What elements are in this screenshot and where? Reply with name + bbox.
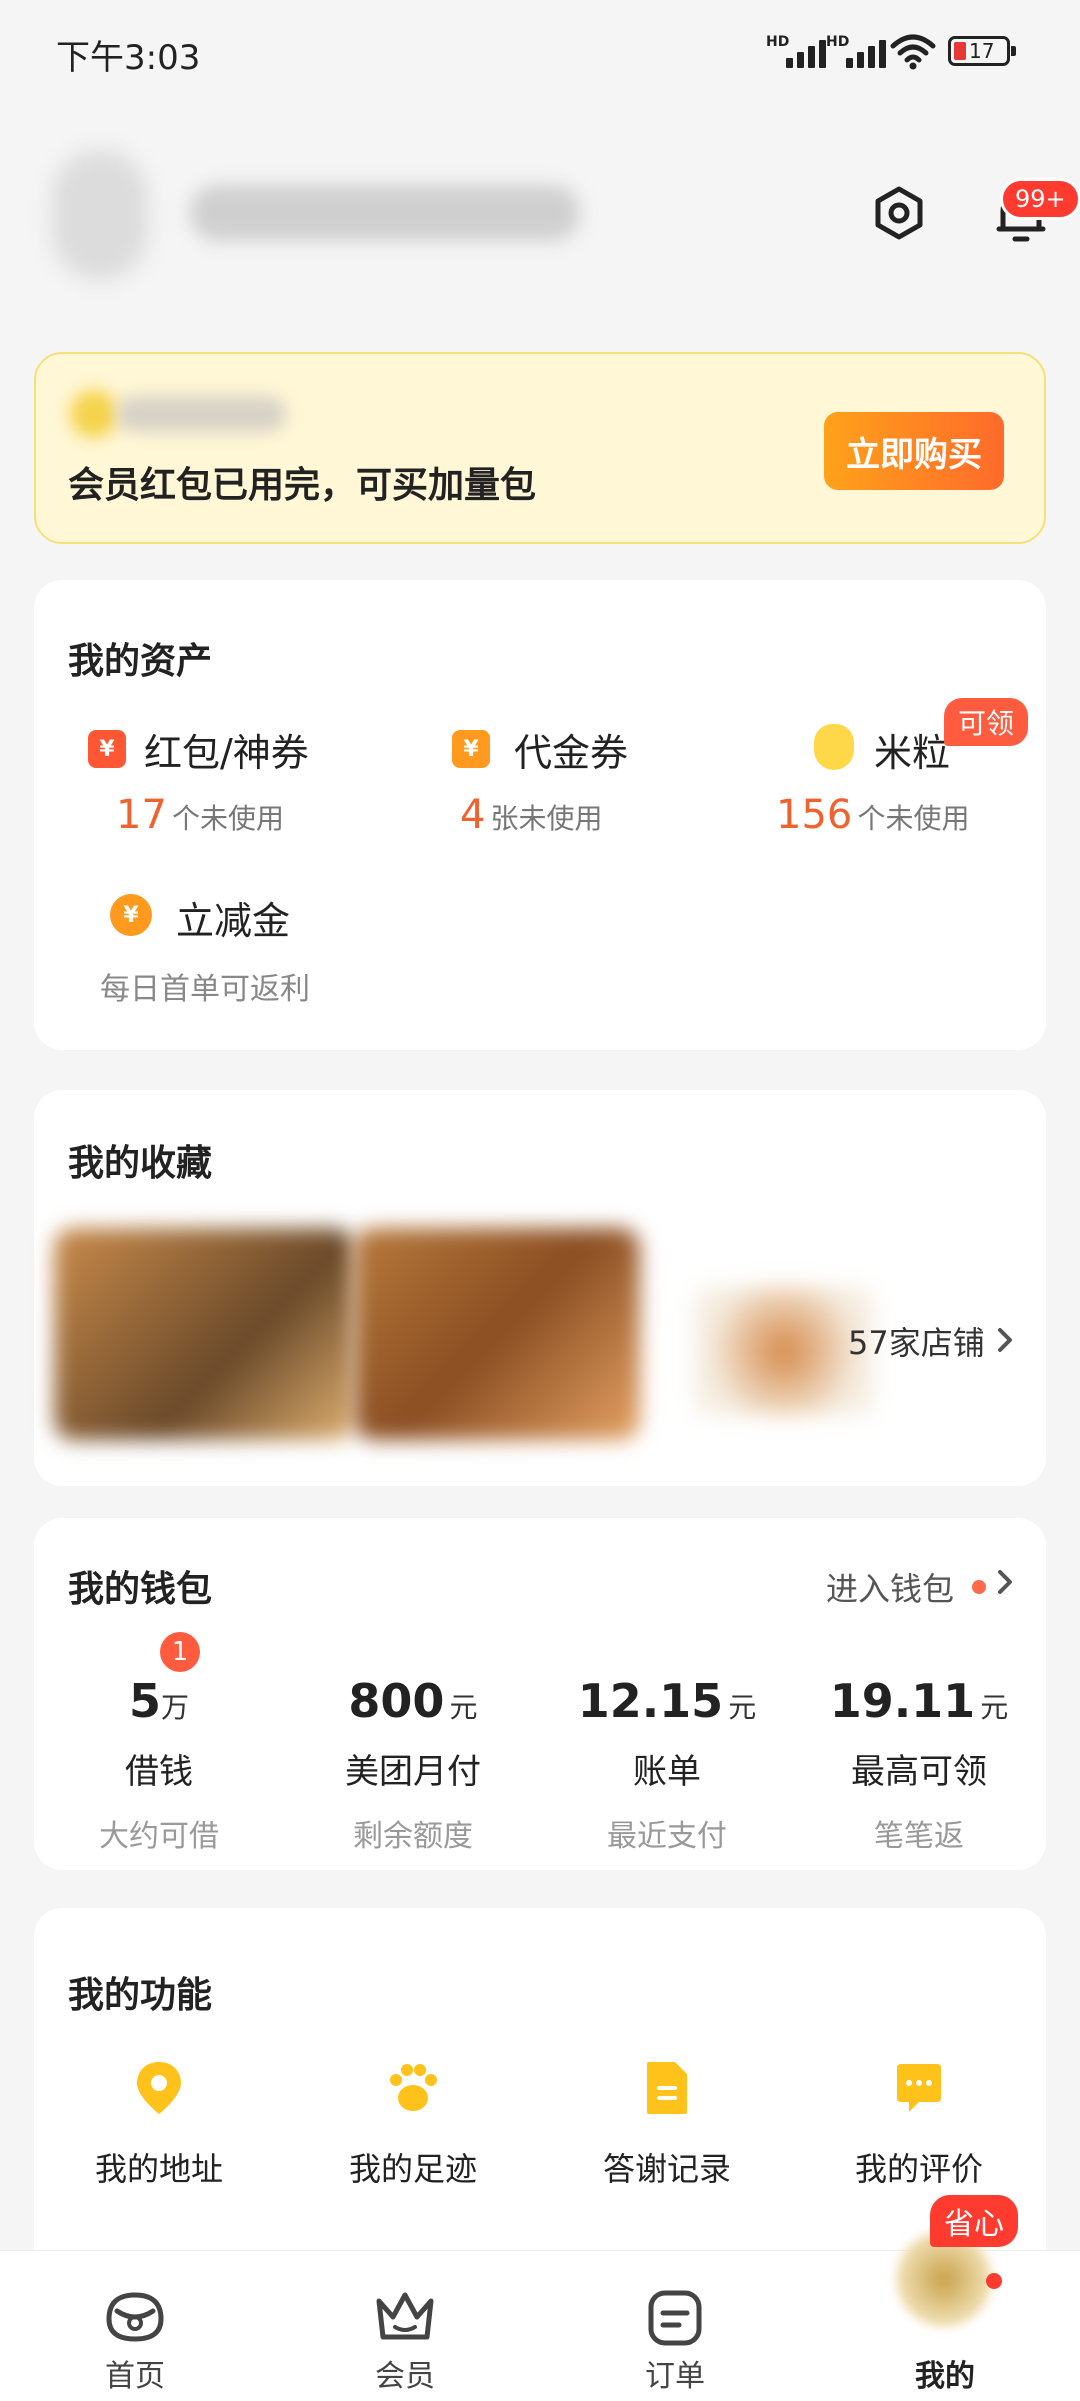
asset-count: 156 bbox=[776, 792, 853, 838]
wallet-item-loan[interactable]: 5万 借钱 大约可借 bbox=[34, 1674, 284, 1855]
tab-orders[interactable]: 订单 bbox=[540, 2251, 810, 2401]
wallet-item-bill[interactable]: 12.15 元 账单 最近支付 bbox=[542, 1674, 792, 1855]
function-label: 我的评价 bbox=[854, 2150, 983, 2188]
gear-icon bbox=[875, 186, 923, 240]
assets-title: 我的资产 bbox=[68, 641, 213, 682]
wallet-sub: 最近支付 bbox=[607, 1819, 727, 1854]
comment-icon bbox=[897, 2064, 941, 2112]
function-thanks[interactable]: 答谢记录 bbox=[542, 2058, 792, 2190]
tab-member[interactable]: 会员 bbox=[270, 2251, 540, 2401]
chevron-right-icon bbox=[998, 1328, 1012, 1352]
red-packet-icon: ¥ bbox=[88, 730, 126, 768]
wallet-label: 美团月付 bbox=[345, 1752, 481, 1792]
wallet-unit: 元 bbox=[449, 1691, 478, 1724]
wallet-unit: 万 bbox=[161, 1691, 190, 1724]
asset-count: 4 bbox=[460, 792, 486, 838]
voucher-icon: ¥ bbox=[452, 730, 490, 768]
function-label: 我的地址 bbox=[94, 2150, 223, 2188]
wallet-sub: 大约可借 bbox=[99, 1819, 219, 1854]
tab-profile[interactable]: 我的 bbox=[810, 2231, 1080, 2401]
vip-message: 会员红包已用完，可买加量包 bbox=[68, 465, 537, 506]
asset-count-row: 156 个未使用 bbox=[776, 792, 969, 838]
function-footprint[interactable]: 我的足迹 bbox=[288, 2058, 538, 2190]
wallet-title: 我的钱包 bbox=[68, 1569, 213, 1610]
asset-count: 17 bbox=[116, 792, 167, 838]
status-time: 下午3:03 bbox=[56, 38, 201, 78]
avatar[interactable] bbox=[52, 150, 148, 280]
store-count: 57家店铺 bbox=[848, 1324, 985, 1362]
wallet-sub: 剩余额度 bbox=[353, 1819, 473, 1854]
location-pin-icon bbox=[137, 2062, 181, 2114]
function-label: 我的足迹 bbox=[348, 2150, 477, 2188]
notification-dot bbox=[972, 1580, 986, 1594]
wallet-unit: 元 bbox=[980, 1691, 1009, 1724]
claimable-tag: 可领 bbox=[944, 698, 1029, 746]
vip-banner[interactable]: 会员红包已用完，可买加量包 立即购买 bbox=[34, 352, 1046, 544]
settings-button[interactable] bbox=[864, 178, 934, 248]
status-bar: 下午3:03 HD HD 17 bbox=[0, 0, 1080, 100]
tab-label: 首页 bbox=[105, 2359, 165, 2394]
wallet-item-cashback[interactable]: 19.11 元 最高可领 笔笔返 bbox=[794, 1674, 1044, 1855]
wifi-icon bbox=[890, 34, 936, 70]
wallet-label: 借钱 bbox=[125, 1752, 193, 1792]
wallet-unit: 元 bbox=[728, 1691, 757, 1724]
favorite-store-image bbox=[694, 1286, 874, 1416]
enter-wallet-link[interactable]: 进入钱包 bbox=[826, 1564, 954, 1610]
wallet-value: 800 bbox=[348, 1674, 445, 1728]
tab-label: 订单 bbox=[645, 2359, 705, 2394]
discount-coin-icon: ¥ bbox=[110, 894, 152, 936]
asset-label: 代金券 bbox=[514, 731, 629, 775]
tab-label: 我的 bbox=[915, 2359, 975, 2394]
asset-unit: 张未使用 bbox=[490, 802, 603, 835]
asset-count-row: 17 个未使用 bbox=[116, 792, 284, 838]
function-reviews[interactable]: 我的评价 bbox=[794, 2058, 1044, 2190]
wallet-value: 12.15 bbox=[577, 1674, 724, 1728]
favorites-title: 我的收藏 bbox=[68, 1143, 213, 1184]
favorite-store-image bbox=[354, 1228, 640, 1440]
asset-label: 米粒 bbox=[874, 731, 951, 775]
wallet-items: 5万 借钱 大约可借 1 800 元 美团月付 剩余额度 12.15 元 账单 … bbox=[34, 1632, 1046, 1855]
battery-icon: 17 bbox=[948, 36, 1016, 66]
username[interactable] bbox=[190, 185, 580, 241]
asset-count-row: 4 张未使用 bbox=[460, 792, 603, 838]
tab-home[interactable]: 首页 bbox=[0, 2251, 270, 2401]
asset-unit: 个未使用 bbox=[172, 802, 285, 835]
tab-label: 会员 bbox=[375, 2359, 435, 2394]
function-label: 答谢记录 bbox=[602, 2150, 731, 2188]
order-icon bbox=[648, 2290, 702, 2346]
chevron-right-icon bbox=[998, 1570, 1012, 1594]
wallet-label: 账单 bbox=[633, 1752, 701, 1792]
wallet-sub: 笔笔返 bbox=[874, 1819, 964, 1854]
vip-logo bbox=[70, 390, 118, 438]
functions-title: 我的功能 bbox=[68, 1975, 213, 2016]
wallet-card: 我的钱包 进入钱包 5万 借钱 大约可借 1 800 元 美团月付 剩余额度 1… bbox=[34, 1518, 1046, 1870]
asset-sub: 每日首单可返利 bbox=[100, 972, 310, 1007]
vip-level-label bbox=[116, 396, 286, 432]
tab-bar: 首页 会员 订单 我的 省心 bbox=[0, 2195, 1080, 2401]
favorites-card[interactable]: 我的收藏 57家店铺 bbox=[34, 1090, 1046, 1486]
buy-now-button[interactable]: 立即购买 bbox=[824, 412, 1004, 490]
signal-bars-2-icon bbox=[846, 36, 892, 68]
wallet-value: 5 bbox=[128, 1674, 161, 1728]
wallet-value: 19.11 bbox=[829, 1674, 976, 1728]
wallet-item-monthly-pay[interactable]: 800 元 美团月付 剩余额度 bbox=[288, 1674, 538, 1855]
wallet-label: 最高可领 bbox=[851, 1752, 987, 1792]
function-address[interactable]: 我的地址 bbox=[34, 2058, 284, 2190]
loan-badge: 1 bbox=[160, 1632, 200, 1672]
asset-unit: 个未使用 bbox=[857, 802, 970, 835]
document-icon bbox=[647, 2062, 687, 2114]
battery-level: 17 bbox=[969, 39, 995, 63]
assets-card: 我的资产 ¥ 红包/神券 17 个未使用 ¥ 代金券 4 张未使用 米粒 156… bbox=[34, 580, 1046, 1050]
paw-print-icon bbox=[390, 2064, 437, 2111]
asset-label: 立减金 bbox=[176, 899, 291, 943]
notification-badge: 99+ bbox=[1000, 178, 1080, 220]
home-icon bbox=[106, 2292, 164, 2342]
asset-label: 红包/神券 bbox=[144, 731, 309, 775]
crown-icon bbox=[376, 2292, 434, 2340]
notification-dot bbox=[986, 2273, 1002, 2289]
promo-tag: 省心 bbox=[930, 2195, 1018, 2247]
favorite-store-image bbox=[54, 1228, 354, 1440]
rice-grain-icon bbox=[814, 724, 854, 770]
